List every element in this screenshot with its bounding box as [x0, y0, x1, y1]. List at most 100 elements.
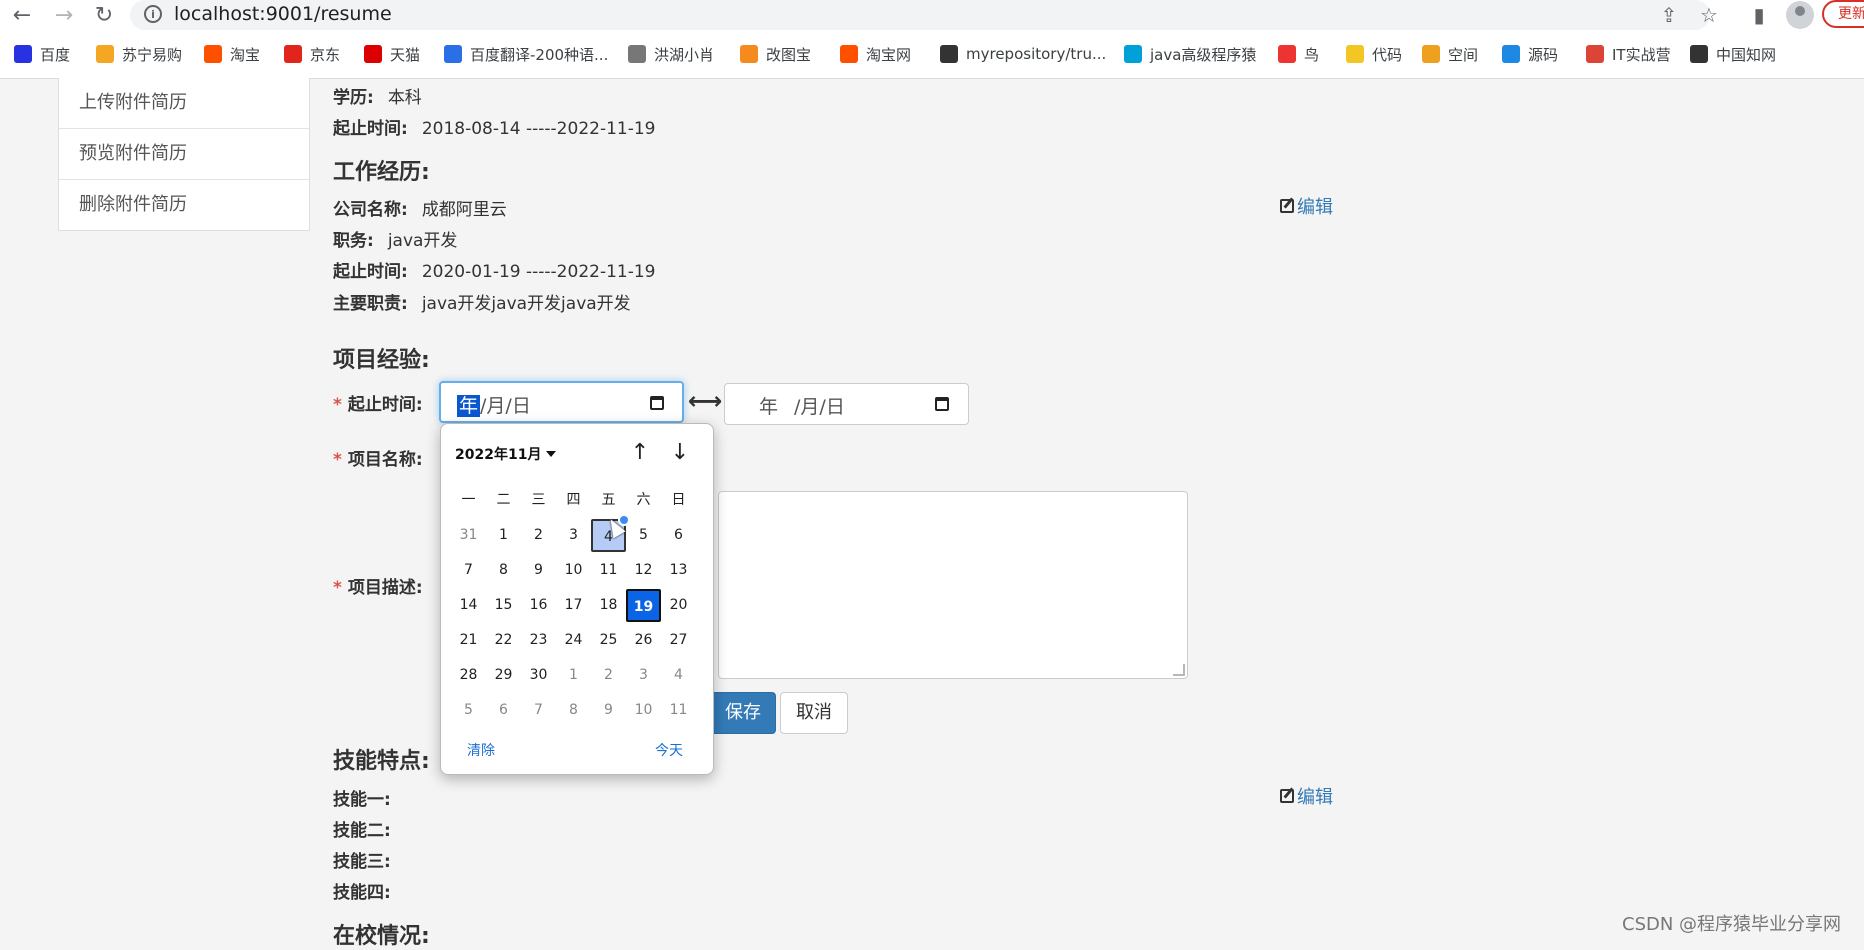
bookmarks-bar: 百度 苏宁易购 淘宝 京东 天猫 百度翻译-200种语... 洪湖小肖 改图宝 淘宝网 myrep… — [0, 30, 1864, 79]
calendar-day[interactable]: 11 — [591, 554, 626, 587]
browser-toolbar: ← → ↻ i localhost:9001/resume ⇪ ☆ ▮ 更新 — [0, 0, 1864, 30]
start-date-year[interactable]: 年 — [457, 395, 481, 417]
prev-month-icon[interactable]: ↑ — [626, 438, 654, 468]
cancel-button[interactable]: 取消 — [780, 692, 848, 734]
skill-row: 技能二: — [333, 816, 405, 841]
calendar-day[interactable]: 28 — [451, 659, 486, 692]
bookmark-item[interactable]: 苏宁易购 — [96, 43, 182, 65]
calendar-day[interactable]: 21 — [451, 624, 486, 657]
calendar-day[interactable]: 23 — [521, 624, 556, 657]
bookmark-item[interactable]: 改图宝 — [740, 43, 811, 65]
calendar-day[interactable]: 31 — [451, 519, 486, 552]
calendar-day[interactable]: 11 — [661, 694, 696, 727]
skills-edit-label: 编辑 — [1297, 787, 1333, 808]
site-info-icon[interactable]: i — [144, 5, 162, 23]
bookmark-item[interactable]: 淘宝网 — [840, 43, 911, 65]
upload-attachment-resume[interactable]: 上传附件简历 — [59, 78, 309, 128]
star-icon[interactable]: ☆ — [1696, 2, 1722, 28]
bookmark-item[interactable]: myrepository/tru... — [940, 43, 1106, 65]
bookmark-item[interactable]: 中国知网 — [1690, 43, 1776, 65]
calendar-day[interactable]: 10 — [556, 554, 591, 587]
calendar-day[interactable]: 24 — [556, 624, 591, 657]
calendar-day[interactable]: 30 — [521, 659, 556, 692]
delete-attachment-resume[interactable]: 删除附件简历 — [59, 179, 309, 230]
calendar-day[interactable]: 14 — [451, 589, 486, 622]
work-edit-link[interactable]: 编辑 — [1280, 193, 1333, 219]
calendar-day[interactable]: 5 — [451, 694, 486, 727]
skill-3-label: 技能三: — [333, 852, 391, 872]
calendar-day[interactable]: 22 — [486, 624, 521, 657]
bookmark-item[interactable]: 百度 — [14, 43, 70, 65]
calendar-day[interactable]: 3 — [626, 659, 661, 692]
weekday-header: 四 — [566, 492, 581, 508]
calendar-day[interactable]: 2 — [591, 659, 626, 692]
work-section-title: 工作经历: — [333, 160, 430, 185]
reload-icon[interactable]: ↻ — [90, 2, 118, 28]
calendar-day[interactable]: 2 — [521, 519, 556, 552]
calendar-day[interactable]: 12 — [626, 554, 661, 587]
calendar-day[interactable]: 4 — [661, 659, 696, 692]
calendar-day[interactable]: 19 — [626, 589, 661, 622]
update-button[interactable]: 更新 — [1822, 0, 1864, 28]
calendar-day[interactable]: 8 — [486, 554, 521, 587]
calendar-day[interactable]: 29 — [486, 659, 521, 692]
skills-edit-link[interactable]: 编辑 — [1280, 783, 1333, 809]
url-text[interactable]: localhost:9001/resume — [174, 3, 392, 25]
calendar-day[interactable]: 27 — [661, 624, 696, 657]
calendar-day[interactable]: 8 — [556, 694, 591, 727]
calendar-day[interactable]: 15 — [486, 589, 521, 622]
gaitubao-icon — [740, 45, 758, 63]
month-selector[interactable]: 2022年11月 — [455, 444, 557, 464]
start-date-input[interactable]: 年/月/日 — [439, 381, 684, 423]
bookmark-item[interactable]: 空间 — [1422, 43, 1478, 65]
calendar-day[interactable]: 7 — [521, 694, 556, 727]
bookmark-item[interactable]: 源码 — [1502, 43, 1558, 65]
calendar-day[interactable]: 3 — [556, 519, 591, 552]
profile-avatar[interactable] — [1786, 1, 1814, 29]
calendar-day[interactable]: 25 — [591, 624, 626, 657]
calendar-day[interactable]: 9 — [591, 694, 626, 727]
calendar-day[interactable]: 7 — [451, 554, 486, 587]
end-date-year[interactable]: 年 — [759, 396, 778, 418]
education-degree-row: 学历: 本科 — [333, 83, 422, 108]
save-button[interactable]: 保存 — [710, 692, 776, 734]
bookmark-item[interactable]: java高级程序猿 — [1124, 43, 1256, 65]
resize-grip-icon[interactable] — [1173, 664, 1185, 676]
calendar-day[interactable]: 16 — [521, 589, 556, 622]
calendar-icon[interactable] — [650, 396, 664, 410]
calendar-day[interactable]: 10 — [626, 694, 661, 727]
bookmark-item[interactable]: 代码 — [1346, 43, 1402, 65]
calendar-day[interactable]: 18 — [591, 589, 626, 622]
bilibili-icon — [1124, 45, 1142, 63]
side-panel-icon[interactable]: ▮ — [1746, 2, 1772, 28]
calendar-day[interactable]: 1 — [486, 519, 521, 552]
bookmark-item[interactable]: IT实战营 — [1586, 43, 1671, 65]
calendar-day[interactable]: 5 — [626, 519, 661, 552]
calendar-day[interactable]: 6 — [661, 519, 696, 552]
bookmark-item[interactable]: 天猫 — [364, 43, 420, 65]
calendar-day[interactable]: 6 — [486, 694, 521, 727]
bookmark-item[interactable]: 百度翻译-200种语... — [444, 43, 608, 65]
calendar-day[interactable]: 26 — [626, 624, 661, 657]
project-desc-textarea[interactable] — [718, 491, 1188, 679]
calendar-day[interactable]: 20 — [661, 589, 696, 622]
share-icon[interactable]: ⇪ — [1656, 2, 1682, 28]
calendar-day[interactable]: 13 — [661, 554, 696, 587]
calendar-icon[interactable] — [935, 397, 949, 411]
back-icon[interactable]: ← — [8, 2, 36, 28]
calendar-day[interactable]: 1 — [556, 659, 591, 692]
bookmark-item[interactable]: 鸟 — [1278, 43, 1319, 65]
today-button[interactable]: 今天 — [655, 740, 683, 760]
bookmark-item[interactable]: 京东 — [284, 43, 340, 65]
bookmark-item[interactable]: 淘宝 — [204, 43, 260, 65]
clear-button[interactable]: 清除 — [467, 740, 495, 760]
calendar-day[interactable]: 9 — [521, 554, 556, 587]
preview-attachment-resume[interactable]: 预览附件简历 — [59, 128, 309, 179]
forward-icon[interactable]: → — [50, 2, 78, 28]
calendar-day[interactable]: 17 — [556, 589, 591, 622]
range-arrow-icon: ⟷ — [688, 387, 723, 415]
project-name-label: * 项目名称: — [333, 445, 423, 470]
next-month-icon[interactable]: ↓ — [666, 438, 694, 468]
end-date-input[interactable]: 年/月/日 — [724, 383, 969, 425]
bookmark-item[interactable]: 洪湖小肖 — [628, 43, 714, 65]
